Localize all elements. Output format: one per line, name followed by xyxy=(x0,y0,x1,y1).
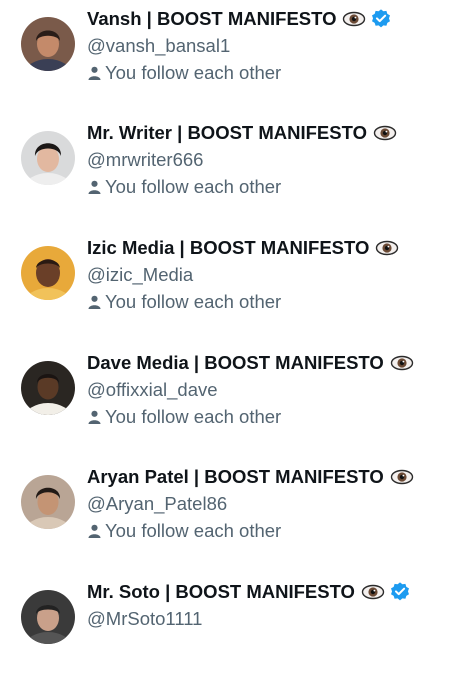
avatar-photo xyxy=(21,475,75,529)
user-handle[interactable]: @Aryan_Patel86 xyxy=(87,490,450,518)
avatar-photo xyxy=(21,361,75,415)
user-handle[interactable]: @mrwriter666 xyxy=(87,146,450,174)
follow-status-text: You follow each other xyxy=(105,406,282,427)
avatar[interactable] xyxy=(21,17,75,71)
follow-status: You follow each other xyxy=(87,518,450,544)
person-icon xyxy=(88,410,101,424)
follow-status-text: You follow each other xyxy=(105,176,282,197)
user-row[interactable]: Dave Media | BOOST MANIFESTO @offixxial_… xyxy=(0,344,450,444)
verified-badge-icon[interactable] xyxy=(389,581,411,603)
eye-icon xyxy=(390,469,413,485)
eye-icon xyxy=(343,11,366,27)
avatar[interactable] xyxy=(21,131,75,185)
display-name[interactable]: Mr. Writer | BOOST MANIFESTO xyxy=(87,120,367,146)
follower-list: Vansh | BOOST MANIFESTO @vansh_bansal1 Y… xyxy=(0,0,450,644)
avatar[interactable] xyxy=(21,246,75,300)
display-name[interactable]: Dave Media | BOOST MANIFESTO xyxy=(87,350,384,376)
user-row[interactable]: Aryan Patel | BOOST MANIFESTO @Aryan_Pat… xyxy=(0,458,450,558)
user-handle[interactable]: @offixxial_dave xyxy=(87,376,450,404)
user-row[interactable]: Mr. Soto | BOOST MANIFESTO @MrSoto1111 xyxy=(0,573,450,673)
person-icon xyxy=(88,524,101,538)
avatar-photo xyxy=(21,590,75,644)
avatar[interactable] xyxy=(21,590,75,644)
person-icon xyxy=(88,295,101,309)
verified-badge-icon[interactable] xyxy=(370,8,392,30)
person-icon xyxy=(88,66,101,80)
person-icon xyxy=(88,180,101,194)
eye-icon xyxy=(376,240,399,256)
user-handle[interactable]: @vansh_bansal1 xyxy=(87,32,450,60)
follow-status-text: You follow each other xyxy=(105,291,282,312)
user-row[interactable]: Vansh | BOOST MANIFESTO @vansh_bansal1 Y… xyxy=(0,0,450,100)
eye-icon xyxy=(361,584,385,600)
user-row[interactable]: Mr. Writer | BOOST MANIFESTO @mrwriter66… xyxy=(0,114,450,214)
follow-status: You follow each other xyxy=(87,404,450,430)
user-row[interactable]: Izic Media | BOOST MANIFESTO @izic_Media… xyxy=(0,229,450,329)
avatar-photo xyxy=(21,17,75,71)
eye-icon xyxy=(390,355,413,371)
follow-status: You follow each other xyxy=(87,60,450,86)
follow-status-text: You follow each other xyxy=(105,520,282,541)
follow-status: You follow each other xyxy=(87,174,450,200)
avatar-photo xyxy=(21,246,75,300)
follow-status: You follow each other xyxy=(87,289,450,315)
follow-status-text: You follow each other xyxy=(105,62,282,83)
eye-icon xyxy=(373,125,397,141)
avatar-photo xyxy=(21,131,75,185)
display-name[interactable]: Izic Media | BOOST MANIFESTO xyxy=(87,235,369,261)
avatar[interactable] xyxy=(21,361,75,415)
display-name[interactable]: Aryan Patel | BOOST MANIFESTO xyxy=(87,464,384,490)
avatar[interactable] xyxy=(21,475,75,529)
display-name[interactable]: Mr. Soto | BOOST MANIFESTO xyxy=(87,579,355,605)
user-handle[interactable]: @MrSoto1111 xyxy=(87,605,450,633)
user-handle[interactable]: @izic_Media xyxy=(87,261,450,289)
display-name[interactable]: Vansh | BOOST MANIFESTO xyxy=(87,6,336,32)
